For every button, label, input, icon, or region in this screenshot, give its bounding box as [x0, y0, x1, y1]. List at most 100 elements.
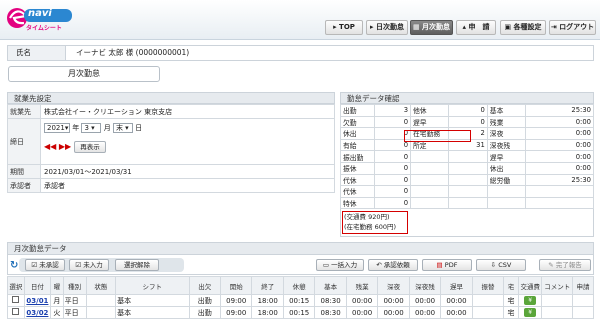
summary-label: 有給: [340, 138, 375, 152]
table-row[interactable]: 03/01 月平日 基本 出勤 09:00 18:00 00:15 08:30 00:00 00:…: [7, 294, 595, 307]
day-value: 末: [115, 124, 123, 132]
column-header[interactable]: 状態: [85, 276, 117, 295]
nav-request-label: 申 請: [468, 23, 490, 31]
table-header-row: 選択 日付曜種別 状態 シフト 出欠 開始 終了 休憩 基本 残業 深夜 深夜残 遅早 振替宅交通費 コメン…: [7, 276, 595, 295]
completion-report-button[interactable]: ✎ 完了報告: [539, 259, 591, 271]
day-select[interactable]: 末 ▾: [112, 123, 133, 133]
table-cell: 08:30: [314, 294, 347, 307]
remote-fee-note: (在宅勤務 600円): [344, 223, 397, 231]
summary-label: 代休: [340, 185, 375, 198]
nav-daily-button[interactable]: ▸ 日次勤怠: [366, 20, 408, 35]
transport-cell[interactable]: ¥: [517, 294, 543, 307]
bulk-input-button[interactable]: ▭ 一括入力: [316, 259, 364, 271]
year-select[interactable]: 2021▾: [44, 123, 70, 133]
column-header[interactable]: 交通費: [517, 276, 543, 295]
column-header[interactable]: シフト: [115, 276, 190, 295]
table-cell: 出勤: [188, 306, 221, 319]
column-header[interactable]: 宅: [503, 276, 519, 295]
year-unit: 年: [72, 124, 80, 132]
empty-cell: [571, 306, 595, 319]
monthly-title: 月次勤怠データ: [7, 242, 594, 255]
workplace-value: 株式会社イー・クリエーション 東京支店: [40, 104, 335, 119]
column-header[interactable]: 開始: [219, 276, 253, 295]
nav-top-button[interactable]: ▸ TOP: [325, 20, 363, 35]
column-header[interactable]: 基本: [314, 276, 347, 295]
csv-label: CSV: [498, 261, 512, 269]
table-cell: 出勤: [188, 294, 221, 307]
column-header[interactable]: 申請: [571, 276, 595, 295]
page-title: 月次勤怠: [8, 66, 160, 82]
summary-label: 他休: [410, 104, 450, 117]
prev-month-icon[interactable]: ◀◀: [44, 142, 56, 151]
summary-value: 0:00: [525, 150, 594, 163]
summary-label: 休出: [340, 127, 375, 140]
column-header[interactable]: 振替: [471, 276, 505, 295]
summary-value: 0: [374, 161, 412, 175]
summary-label: 深夜: [486, 127, 527, 140]
summary-label: [410, 173, 450, 187]
row-checkbox[interactable]: [12, 308, 20, 315]
transport-cell[interactable]: ¥: [517, 306, 543, 319]
remote-work-highlight: [404, 130, 471, 142]
reshow-button[interactable]: 再表示: [74, 141, 106, 153]
empty-cell: [541, 294, 573, 307]
pdf-button[interactable]: ▤ PDF: [422, 259, 472, 271]
csv-button[interactable]: ⇩ CSV: [476, 259, 526, 271]
filter-unapproved-button[interactable]: ☑ 未承認: [25, 259, 65, 271]
summary-value: [448, 185, 488, 198]
table-cell: 平日: [62, 306, 87, 319]
table-row[interactable]: 03/02 火平日 基本 出勤 09:00 18:00 00:15 08:30 00:00 00:…: [7, 306, 595, 319]
nav-settings-label: 各種設定: [513, 23, 542, 31]
summary-label: [486, 196, 527, 210]
select-cell[interactable]: [7, 294, 25, 307]
enavi-logo[interactable]: navi タイムシート: [6, 4, 72, 32]
yen-icon[interactable]: ¥: [524, 308, 537, 317]
table-cell: 00:00: [377, 294, 410, 307]
table-cell: 月: [50, 294, 64, 307]
column-header[interactable]: 休憩: [282, 276, 316, 295]
column-header[interactable]: 残業: [345, 276, 379, 295]
summary-value: [525, 185, 594, 198]
nav-logout-button[interactable]: ⇥ ログアウト: [549, 20, 596, 35]
month-select[interactable]: 3 ▾: [81, 123, 102, 133]
column-header[interactable]: 終了: [251, 276, 284, 295]
monthly-toolbar: ↻ ☑ 未承認 ☑ 未入力 選択解除 ▭ 一括入力 ↶ 承認依頼 ▤ PDF ⇩…: [7, 255, 594, 275]
nav-monthly-button[interactable]: ▦ 月次勤怠: [410, 20, 453, 35]
day-unit: 日: [135, 124, 143, 132]
year-value: 2021: [47, 124, 65, 132]
next-month-icon[interactable]: ▶▶: [59, 142, 71, 151]
summary-value: 25:30: [525, 173, 594, 187]
column-header[interactable]: 種別: [62, 276, 87, 295]
table-cell: [85, 294, 117, 307]
column-header[interactable]: 選択: [7, 276, 25, 295]
approval-request-button[interactable]: ↶ 承認依頼: [368, 259, 418, 271]
date-link[interactable]: 03/02: [23, 306, 52, 319]
column-header[interactable]: 出欠: [188, 276, 221, 295]
monthly-table: 選択 日付曜種別 状態 シフト 出欠 開始 終了 休憩 基本 残業 深夜 深夜残 遅早 振替宅交通費 コメン…: [7, 276, 595, 319]
nav-request-button[interactable]: ▴ 申 請: [456, 20, 496, 35]
summary-label: [410, 196, 450, 210]
workplace-title: 就業先設定: [7, 92, 335, 104]
clear-selection-button[interactable]: 選択解除: [115, 259, 159, 271]
completion-report-label: 完了報告: [555, 261, 582, 269]
column-header[interactable]: 曜: [50, 276, 64, 295]
person-icon: ▴: [462, 23, 467, 31]
filter-unentered-button[interactable]: ☑ 未入力: [69, 259, 109, 271]
refresh-icon[interactable]: ↻: [10, 260, 18, 271]
calendar-icon: ▦: [412, 23, 420, 31]
column-header[interactable]: 深夜残: [408, 276, 442, 295]
summary-row: 代休 0: [340, 185, 594, 198]
empty-cell: [571, 294, 595, 307]
yen-icon[interactable]: ¥: [524, 296, 537, 305]
table-cell: 平日: [62, 294, 87, 307]
column-header[interactable]: 深夜: [377, 276, 410, 295]
table-cell: 基本: [115, 294, 190, 307]
summary-title: 勤怠データ確認: [340, 92, 594, 104]
row-checkbox[interactable]: [12, 296, 20, 303]
column-header[interactable]: 日付: [23, 276, 52, 295]
column-header[interactable]: コメント: [541, 276, 573, 295]
select-cell[interactable]: [7, 306, 25, 319]
nav-settings-button[interactable]: ▣ 各種設定: [500, 20, 546, 35]
column-header[interactable]: 遅早: [440, 276, 473, 295]
date-link[interactable]: 03/01: [23, 294, 52, 307]
